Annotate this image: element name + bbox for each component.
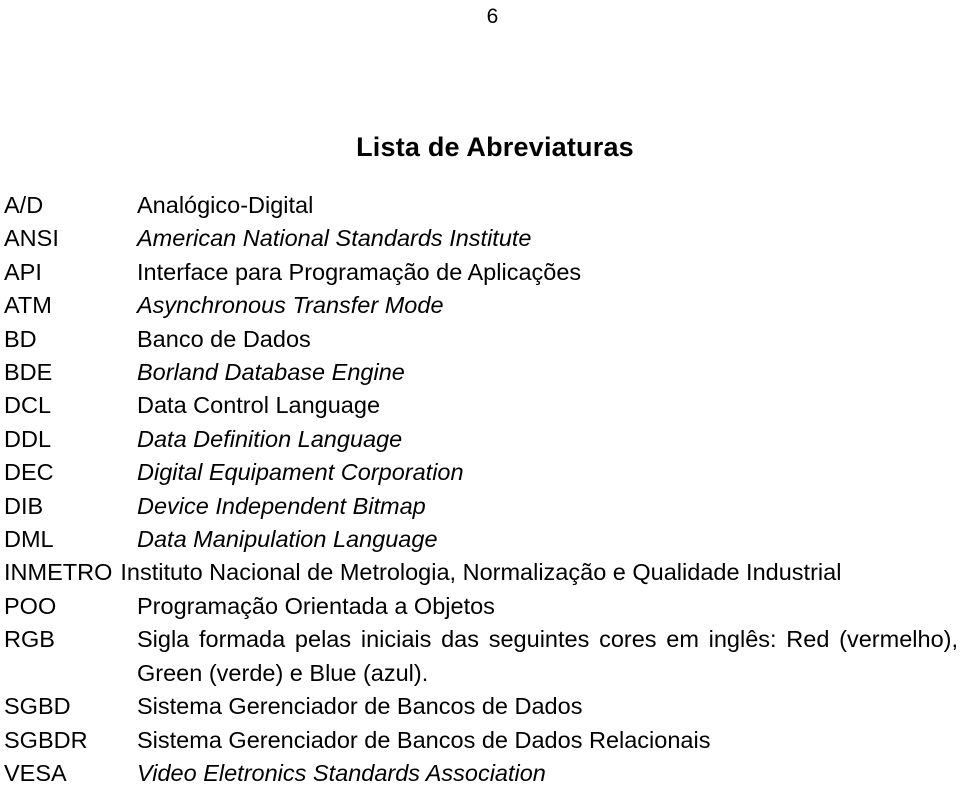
abbreviation-definition: Video Eletronics Standards Association [137, 759, 546, 786]
abbreviation-definition: Sistema Gerenciador de Bancos de Dados R… [137, 726, 711, 753]
abbreviation-row: DCL Data Control Language [4, 389, 958, 422]
abbreviation-definition: Sistema Gerenciador de Bancos de Dados [137, 693, 583, 720]
document-page: 6 Lista de Abreviaturas A/D Analógico-Dig… [0, 0, 960, 786]
page-number: 6 [486, 5, 499, 28]
abbreviation-term: VESA [4, 759, 67, 786]
abbreviation-term: A/D [4, 192, 44, 218]
abbreviation-term: DML [4, 526, 54, 553]
abbreviation-row: DIB Device Independent Bitmap [4, 490, 958, 523]
abbreviation-term: INMETRO [4, 559, 113, 586]
abbreviation-term: DIB [4, 492, 44, 519]
abbreviation-row: BDE Borland Database Engine [4, 356, 958, 389]
abbreviation-term: POO [4, 592, 57, 619]
abbreviation-term: DDL [4, 425, 52, 452]
abbreviation-row: DML Data Manipulation Language [4, 523, 958, 556]
abbreviation-term: BD [4, 325, 37, 352]
abbreviation-definition: Data Manipulation Language [137, 526, 438, 553]
abbreviation-row: ATM Asynchronous Transfer Mode [4, 289, 958, 322]
abbreviation-definition: Data Definition Language [137, 425, 403, 452]
abbreviation-definition: Banco de Dados [137, 325, 311, 352]
abbreviation-definition: Instituto Nacional de Metrologia, Normal… [120, 559, 842, 586]
abbreviation-row: VESA Video Eletronics Standards Associati… [4, 757, 958, 790]
abbreviation-term: DCL [4, 392, 52, 419]
abbreviation-definition: Asynchronous Transfer Mode [137, 292, 444, 319]
abbreviation-term: API [4, 258, 42, 285]
abbreviation-row: DEC Digital Equipament Corporation [4, 456, 958, 489]
abbreviation-term: BDE [4, 359, 53, 386]
abbreviation-term: RGB [4, 626, 55, 653]
abbreviation-definition: Programação Orientada a Objetos [137, 592, 495, 619]
abbreviation-row: SGBDR Sistema Gerenciador de Bancos de Da… [4, 724, 958, 757]
abbreviation-row: POO Programação Orientada a Objetos [4, 590, 958, 623]
abbreviation-definition: Device Independent Bitmap [137, 492, 426, 519]
abbreviation-row: INMETRO Instituto Nacional de Metrologia,… [4, 556, 958, 589]
abbreviation-definition: Data Control Language [137, 392, 381, 419]
abbreviation-term: DEC [4, 459, 54, 486]
abbreviation-term: SGBD [4, 693, 71, 720]
abbreviation-definition: Interface para Programação de Aplicações [137, 258, 582, 285]
abbreviation-definition: American National Standards Institute [137, 225, 532, 252]
abbreviation-row: DDL Data Definition Language [4, 423, 958, 456]
abbreviation-row: ANSI American National Standards Institut… [4, 222, 958, 255]
abbreviation-list: A/D Analógico-Digital ANSI American Nationa… [4, 189, 958, 790]
abbreviation-row: RGB Sigla formada pelas iniciais das segu… [4, 623, 958, 690]
abbreviation-row: A/D Analógico-Digital [4, 189, 958, 222]
abbreviation-definition: Analógico-Digital [137, 192, 314, 218]
abbreviation-definition: Borland Database Engine [137, 359, 405, 386]
abbreviation-row: API Interface para Programação de Aplicaç… [4, 256, 958, 289]
abbreviation-term: ATM [4, 292, 52, 319]
abbreviation-row: SGBD Sistema Gerenciador de Bancos de Dad… [4, 690, 958, 723]
abbreviation-definition: Sigla formada pelas iniciais das seguint… [137, 626, 958, 686]
page-title: Lista de Abreviaturas [356, 132, 634, 163]
abbreviation-term: ANSI [4, 225, 59, 252]
abbreviation-definition: Digital Equipament Corporation [137, 459, 464, 486]
abbreviation-term: SGBDR [4, 726, 88, 753]
abbreviation-row: BD Banco de Dados [4, 323, 958, 356]
